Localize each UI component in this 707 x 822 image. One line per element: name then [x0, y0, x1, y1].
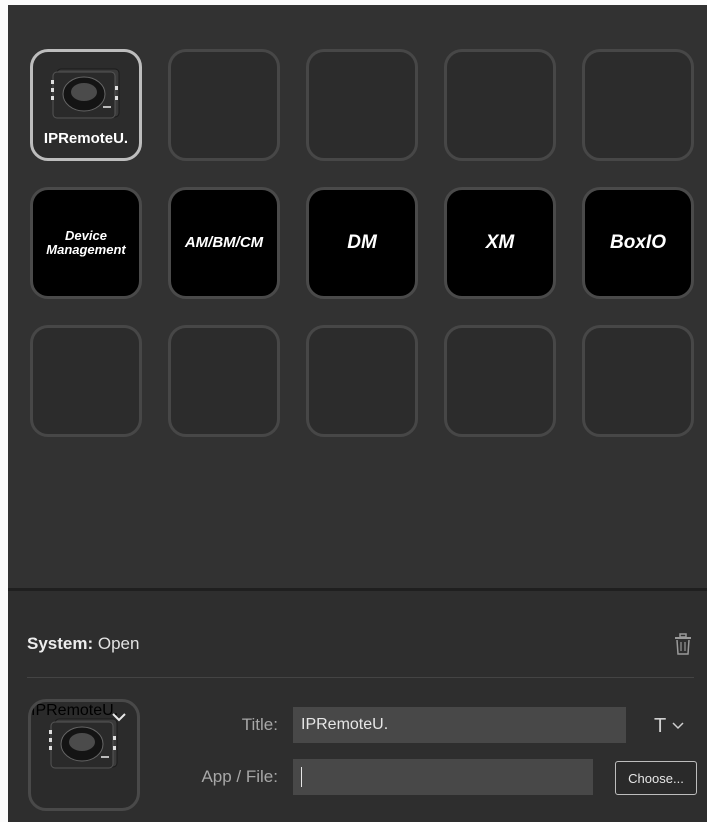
key-empty[interactable] [582, 49, 694, 161]
chevron-down-icon[interactable] [111, 711, 127, 723]
key-empty[interactable] [444, 325, 556, 437]
title-font-button[interactable]: T [654, 714, 700, 738]
key-label: BoxIO [610, 232, 666, 254]
key-empty[interactable] [306, 325, 418, 437]
chevron-down-icon [672, 722, 684, 730]
key-boxio[interactable]: BoxIO [582, 187, 694, 299]
app-file-label: App / File: [201, 767, 278, 786]
app-file-input[interactable] [293, 759, 593, 795]
key-empty[interactable] [30, 325, 142, 437]
action-category: System: [27, 634, 94, 653]
key-grid: IPRemoteU. Device Management AM/BM/CM DM… [8, 5, 707, 588]
font-icon: T [654, 714, 667, 737]
action-title: System: Open [27, 634, 139, 654]
key-dm[interactable]: DM [306, 187, 418, 299]
key-empty[interactable] [444, 49, 556, 161]
key-ipremote[interactable]: IPRemoteU. [30, 49, 142, 161]
key-am-bm-cm[interactable]: AM/BM/CM [168, 187, 280, 299]
choose-button[interactable]: Choose... [615, 761, 697, 795]
key-label: AM/BM/CM [184, 234, 264, 252]
title-input[interactable]: IPRemoteU. [293, 707, 626, 743]
text-caret [301, 767, 302, 787]
key-empty[interactable] [306, 49, 418, 161]
trash-icon[interactable] [672, 632, 694, 656]
device-camera-icon [51, 68, 120, 119]
key-preview[interactable]: IPRemoteU. [28, 699, 140, 811]
key-xm[interactable]: XM [444, 187, 556, 299]
key-empty[interactable] [168, 325, 280, 437]
action-name: Open [97, 634, 140, 653]
key-label: Device Management [46, 228, 126, 257]
key-empty[interactable] [168, 49, 280, 161]
separator [27, 677, 694, 678]
key-empty[interactable] [582, 325, 694, 437]
device-camera-icon [49, 718, 118, 769]
title-label: Title: [241, 715, 278, 734]
title-value: IPRemoteU. [301, 716, 389, 733]
stream-deck-editor: IPRemoteU. Device Management AM/BM/CM DM… [8, 5, 707, 822]
key-label: DM [347, 232, 377, 254]
key-caption: IPRemoteU. [43, 130, 129, 147]
property-inspector: System: Open IPRemoteU. Title: IPRemoteU… [8, 591, 707, 822]
key-device-management[interactable]: Device Management [30, 187, 142, 299]
key-label: XM [485, 232, 515, 254]
